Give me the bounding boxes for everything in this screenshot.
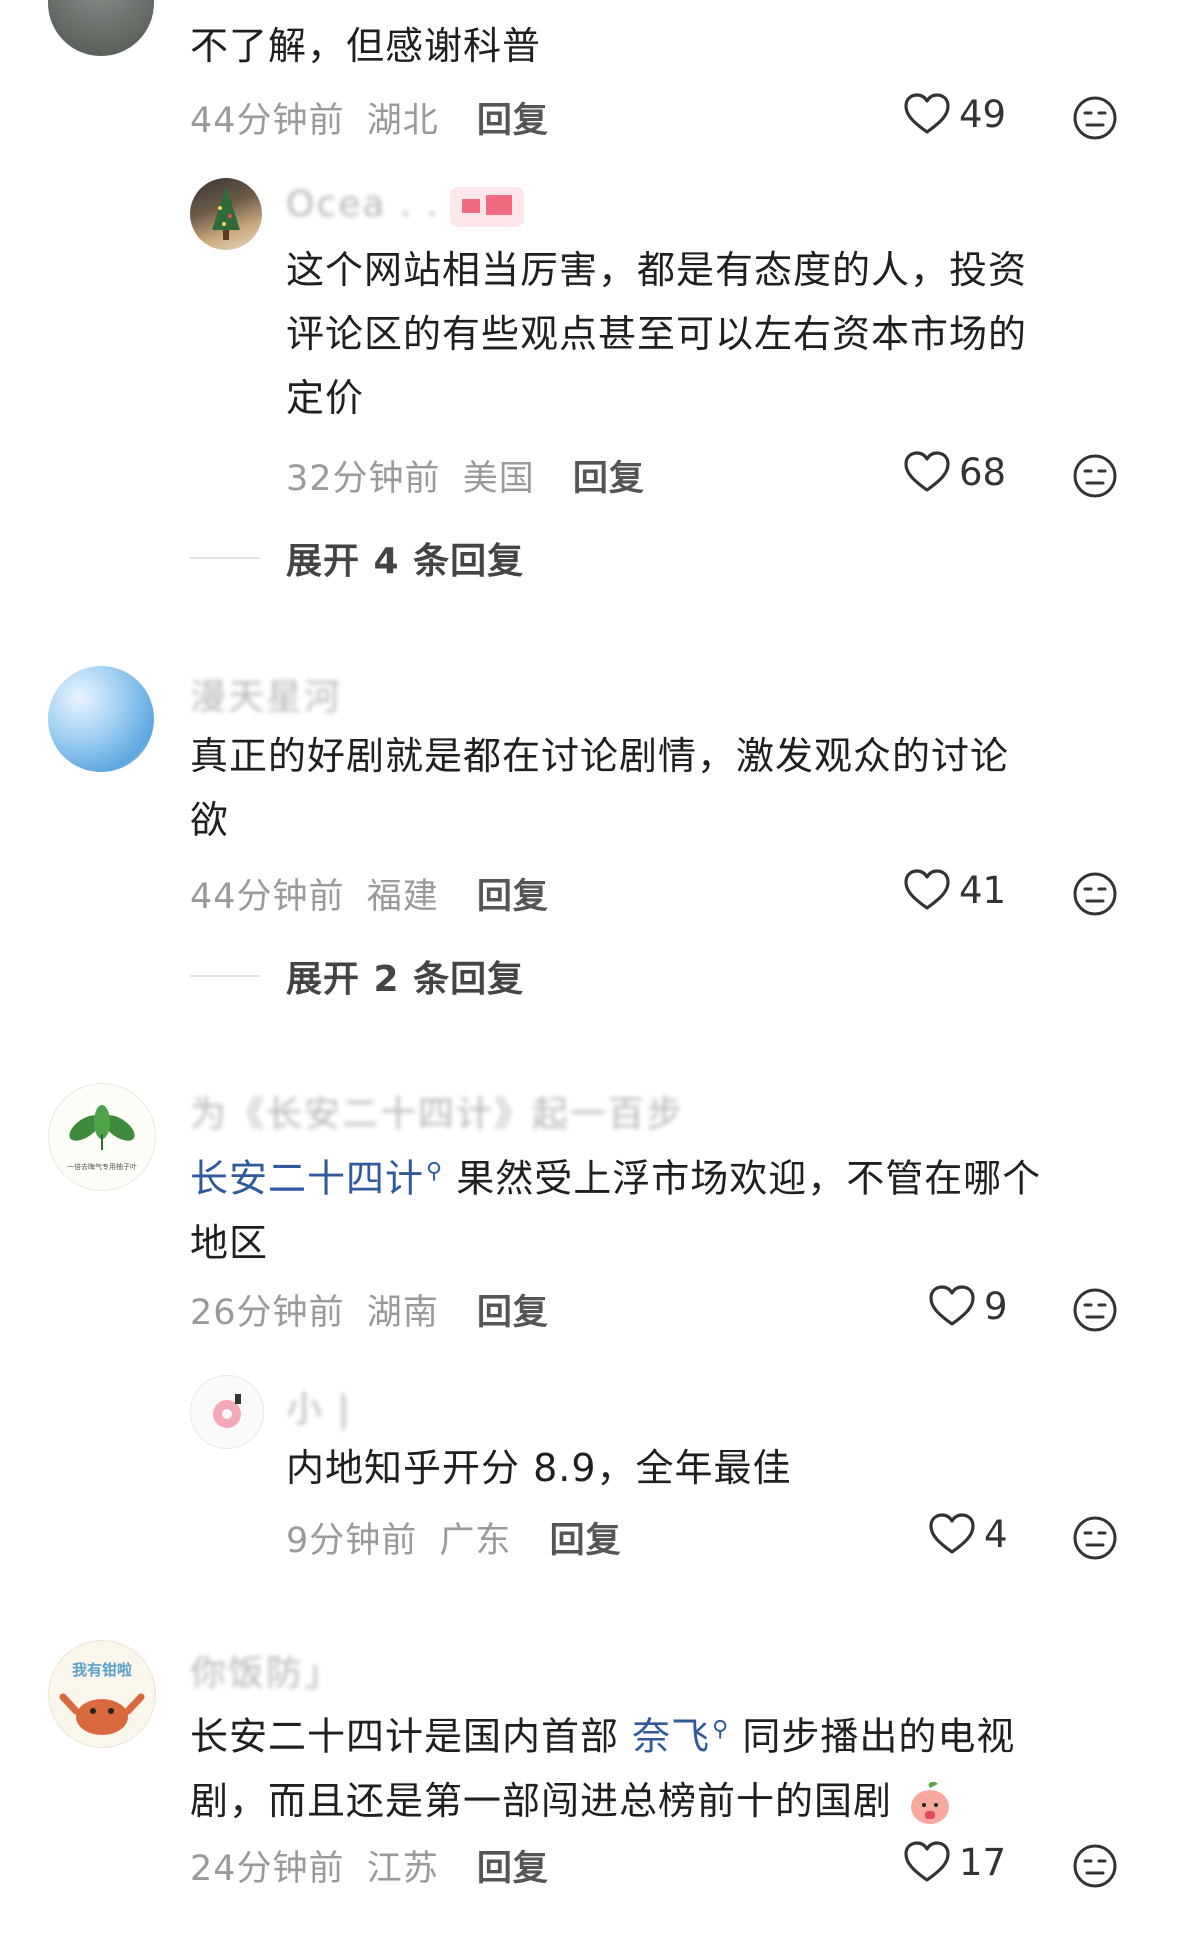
comment-meta: 24分钟前 江苏 回复 — [190, 1840, 549, 1891]
search-icon: ⚲ — [426, 1159, 444, 1184]
search-icon: ⚲ — [712, 1717, 730, 1742]
comment-text-line: 真正的好剧就是都在讨论剧情，激发观众的讨论 — [190, 734, 1010, 778]
comment-region: 江苏 — [366, 1849, 439, 1889]
expand-label: 展开 4 条回复 — [286, 541, 525, 582]
reply-button[interactable]: 回复 — [573, 459, 645, 499]
divider — [190, 975, 260, 977]
comment-text-line: 剧，而且还是第一部闯进总榜前十的国剧 — [190, 1769, 1015, 1833]
heart-icon — [904, 869, 950, 910]
like-count: 4 — [984, 1512, 1008, 1556]
comment-meta: 26分钟前 湖南 回复 — [190, 1284, 549, 1335]
comment-text: 不了解，但感谢科普 — [190, 24, 542, 68]
expand-replies-button[interactable]: 展开 2 条回复 — [190, 950, 524, 1002]
comment-text-line: 长安二十四计⚲ 果然受上浮市场欢迎，不管在哪个 — [190, 1140, 1041, 1211]
donut-icon — [213, 1394, 241, 1428]
like-count: 17 — [959, 1840, 1007, 1884]
show-link[interactable]: 长安二十四计 — [190, 1157, 424, 1201]
reply-button[interactable]: 回复 — [477, 1849, 549, 1889]
reply-button[interactable]: 回复 — [477, 877, 549, 917]
comment-text-line2: 剧，而且还是第一部闯进总榜前十的国剧 — [190, 1778, 893, 1823]
comment-meta: 44分钟前 福建 回复 — [190, 868, 549, 919]
like-button[interactable]: 41 — [903, 868, 1006, 912]
avatar[interactable] — [48, 0, 154, 56]
comment-text-line: 地区 — [190, 1220, 269, 1265]
avatar[interactable] — [190, 178, 262, 250]
username[interactable]: Ocea . . — [286, 184, 440, 225]
comment-text-rest: 果然受上浮市场欢迎，不管在哪个 — [456, 1156, 1042, 1201]
reply-region: 美国 — [462, 459, 535, 499]
heart-icon — [904, 1841, 950, 1882]
like-button[interactable]: 9 — [928, 1284, 1008, 1328]
username[interactable]: 小 | — [286, 1380, 352, 1432]
reply-button[interactable]: 回复 — [550, 1521, 622, 1561]
comment-text: 长安二十四计是国内首部 奈飞⚲ 同步播出的电视 剧，而且还是第一部闯进总榜前十的… — [190, 1698, 1015, 1833]
reply-text: 内地知乎开分 8.9，全年最佳 — [286, 1446, 792, 1490]
avatar[interactable]: 我有钳啦 — [48, 1640, 156, 1748]
heart-icon — [904, 451, 950, 492]
dislike-face-icon[interactable] — [1072, 1515, 1118, 1561]
reply-text-line: 这个网站相当厉害，都是有态度的人，投资 — [286, 248, 1028, 292]
leaf-icon — [69, 1105, 135, 1150]
username[interactable]: 你饭防」 — [190, 1644, 342, 1696]
comment-time: 44分钟前 — [190, 877, 345, 917]
avatar-caption: 一倍去晦气专用柚子叶 — [67, 1163, 137, 1171]
avatar[interactable] — [48, 666, 154, 772]
reply-region: 广东 — [439, 1521, 512, 1561]
reply-meta: 9分钟前 广东 回复 — [286, 1512, 622, 1563]
peach-emoji-icon — [911, 1782, 950, 1825]
crab-icon — [59, 1693, 145, 1735]
like-count: 9 — [984, 1284, 1008, 1328]
username[interactable]: 漫天星河 — [190, 668, 342, 720]
comment-text: 真正的好剧就是都在讨论剧情，激发观众的讨论 欲 — [190, 724, 1009, 852]
like-button[interactable]: 68 — [903, 450, 1006, 494]
comment-text-line: 欲 — [190, 798, 230, 842]
comment-text-line: 长安二十四计是国内首部 奈飞⚲ 同步播出的电视 — [190, 1698, 1015, 1769]
reply-button[interactable]: 回复 — [477, 101, 549, 141]
comment-time: 26分钟前 — [190, 1293, 345, 1333]
like-count: 41 — [959, 868, 1007, 912]
christmas-tree-icon — [212, 186, 240, 240]
dislike-face-icon[interactable] — [1072, 453, 1118, 499]
avatar-caption: 我有钳啦 — [71, 1661, 132, 1679]
comment-region: 湖北 — [366, 101, 439, 141]
dislike-face-icon[interactable] — [1072, 1287, 1118, 1333]
reply-text-line: 评论区的有些观点甚至可以左右资本市场的 — [286, 312, 1028, 356]
expand-label: 展开 2 条回复 — [286, 959, 525, 1000]
comment-text-pre: 长安二十四计是国内首部 — [190, 1714, 620, 1759]
username[interactable]: 为《长安二十四计》起一百步 — [190, 1085, 684, 1137]
dislike-face-icon[interactable] — [1072, 1843, 1118, 1889]
divider — [190, 557, 260, 559]
author-badge — [450, 187, 524, 227]
dislike-face-icon[interactable] — [1072, 871, 1118, 917]
reply-time: 9分钟前 — [286, 1521, 418, 1561]
comment-text: 长安二十四计⚲ 果然受上浮市场欢迎，不管在哪个 地区 — [190, 1140, 1041, 1275]
like-button[interactable]: 49 — [903, 92, 1006, 136]
avatar[interactable]: 一倍去晦气专用柚子叶 — [48, 1083, 156, 1191]
reply-text: 这个网站相当厉害，都是有态度的人，投资 评论区的有些观点甚至可以左右资本市场的 … — [286, 238, 1027, 430]
netflix-link[interactable]: 奈飞 — [632, 1715, 710, 1759]
comment-time: 44分钟前 — [190, 101, 345, 141]
avatar[interactable] — [190, 1375, 264, 1449]
heart-icon — [929, 1285, 975, 1326]
comment-time: 24分钟前 — [190, 1849, 345, 1889]
like-count: 68 — [959, 450, 1007, 494]
expand-replies-button[interactable]: 展开 4 条回复 — [190, 532, 524, 584]
like-count: 49 — [959, 92, 1007, 136]
comment-region: 湖南 — [366, 1293, 439, 1333]
comment-text-post: 同步播出的电视 — [742, 1714, 1016, 1759]
reply-button[interactable]: 回复 — [477, 1293, 549, 1333]
dislike-face-icon[interactable] — [1072, 95, 1118, 141]
reply-meta: 32分钟前 美国 回复 — [286, 450, 645, 501]
like-button[interactable]: 4 — [928, 1512, 1008, 1556]
comment-region: 福建 — [366, 877, 439, 917]
heart-icon — [929, 1513, 975, 1554]
comment-meta: 44分钟前 湖北 回复 — [190, 92, 549, 143]
like-button[interactable]: 17 — [903, 1840, 1006, 1884]
heart-icon — [904, 93, 950, 134]
reply-time: 32分钟前 — [286, 459, 441, 499]
reply-text-line: 定价 — [286, 376, 365, 420]
